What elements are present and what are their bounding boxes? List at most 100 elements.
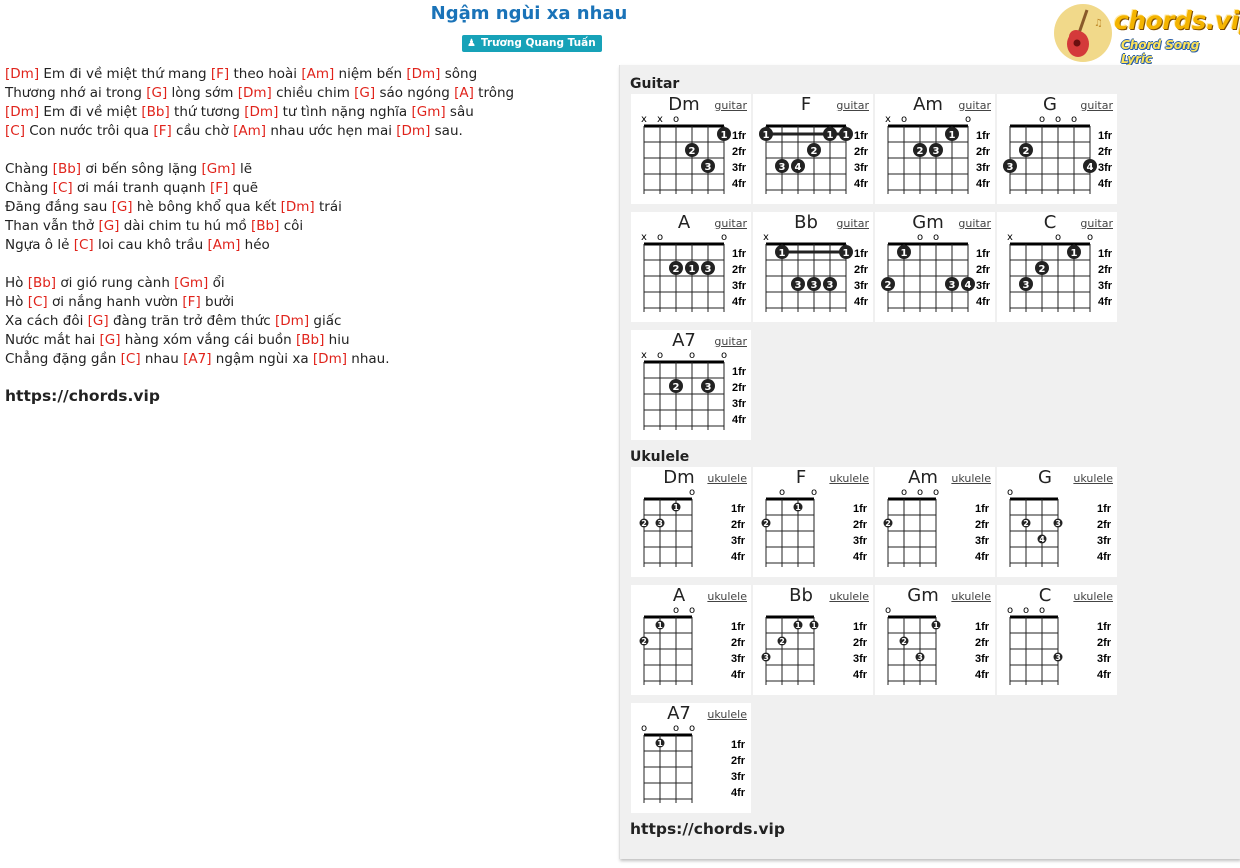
instrument-link[interactable]: guitar xyxy=(958,99,991,112)
instrument-link[interactable]: ukulele xyxy=(1073,472,1113,485)
chord-link[interactable]: [Dm] xyxy=(396,123,430,139)
chord-link[interactable]: [Dm] xyxy=(5,66,39,82)
fret-label: 1fr xyxy=(1097,621,1112,633)
guitar-chord-card-a7[interactable]: 1fr 2fr 3fr 4fr x o o o 2 3 A7 guitar xyxy=(631,330,751,440)
fret-label: 1fr xyxy=(976,130,991,142)
chord-name: G xyxy=(1038,467,1052,488)
chord-link[interactable]: [Bb] xyxy=(28,275,56,291)
open-string-marker: o xyxy=(901,487,907,498)
fret-label: 4fr xyxy=(1097,669,1112,681)
instrument-link[interactable]: guitar xyxy=(1080,217,1113,230)
chord-link[interactable]: [G] xyxy=(354,85,375,101)
ukulele-chord-card-gm[interactable]: 1fr 2fr 3fr 4fr o 2 3 1 Gm ukulele xyxy=(875,585,995,695)
ukulele-chord-card-am[interactable]: 1fr 2fr 3fr 4fr o o o 2 Am ukulele xyxy=(875,467,995,577)
fret-label: 3fr xyxy=(975,653,990,665)
chord-link[interactable]: [F] xyxy=(211,66,229,82)
guitar-chord-card-gm[interactable]: 1fr 2fr 3fr 4fr o o 1 2 3 4 Gm guitar xyxy=(875,212,995,322)
ukulele-chord-card-bb[interactable]: 1fr 2fr 3fr 4fr 3 2 1 1 Bb ukulele xyxy=(753,585,873,695)
chord-name: F xyxy=(795,467,807,488)
chord-link[interactable]: [Dm] xyxy=(406,66,440,82)
panel-site-link[interactable]: https://chords.vip xyxy=(630,820,785,838)
open-string-marker: o xyxy=(917,232,923,243)
instrument-link[interactable]: ukulele xyxy=(707,708,747,721)
chord-link[interactable]: [A7] xyxy=(183,351,211,367)
chord-link[interactable]: [C] xyxy=(28,294,48,310)
chord-link[interactable]: [G] xyxy=(98,218,119,234)
chord-link[interactable]: [Gm] xyxy=(411,104,445,120)
guitar-chord-card-dm[interactable]: 1fr 2fr 3fr 4fr x x o 1 2 3 Dm guitar xyxy=(631,94,751,204)
instrument-link[interactable]: ukulele xyxy=(829,590,869,603)
chord-link[interactable]: [Dm] xyxy=(281,199,315,215)
chord-link[interactable]: [G] xyxy=(88,313,109,329)
lyric-text: ổi xyxy=(208,275,225,291)
fret-label: 1fr xyxy=(731,739,746,751)
chord-link[interactable]: [Dm] xyxy=(313,351,347,367)
chord-link[interactable]: [C] xyxy=(5,123,25,139)
lyric-text: Ngựa ô lẻ xyxy=(5,237,74,253)
chord-link[interactable]: [Gm] xyxy=(202,161,236,177)
finger-number: 2 xyxy=(779,637,785,646)
ukulele-chord-card-a7[interactable]: 1fr 2fr 3fr 4fr o o o 1 A7 ukulele xyxy=(631,703,751,813)
finger-number: 2 xyxy=(673,382,680,393)
guitar-chord-card-a[interactable]: 1fr 2fr 3fr 4fr x o o 2 1 3 Aguitar xyxy=(631,212,751,322)
guitar-chord-card-bb[interactable]: 1fr 2fr 3fr 4fr x 1 1 3 3 3 Bb guitar xyxy=(753,212,873,322)
chord-link[interactable]: [Bb] xyxy=(53,161,81,177)
chord-link[interactable]: [F] xyxy=(153,123,171,139)
chord-link[interactable]: [G] xyxy=(100,332,121,348)
chord-link[interactable]: [C] xyxy=(121,351,141,367)
instrument-link[interactable]: guitar xyxy=(836,217,869,230)
fret-label: 2fr xyxy=(976,146,991,158)
chord-link[interactable]: [G] xyxy=(112,199,133,215)
chord-link[interactable]: [C] xyxy=(53,180,73,196)
chord-link[interactable]: [Dm] xyxy=(238,85,272,101)
ukulele-chord-card-g[interactable]: 1fr 2fr 3fr 4fr o 2 3 4 Gukulele xyxy=(997,467,1117,577)
instrument-link[interactable]: guitar xyxy=(1080,99,1113,112)
ukulele-chord-card-a[interactable]: 1fr 2fr 3fr 4fr o o 2 1 Aukulele xyxy=(631,585,751,695)
chord-link[interactable]: [C] xyxy=(74,237,94,253)
ukulele-chord-card-c[interactable]: 1fr 2fr 3fr 4fr o o o 3 Cukulele xyxy=(997,585,1117,695)
chord-link[interactable]: [Am] xyxy=(233,123,266,139)
guitar-chord-card-am[interactable]: 1fr 2fr 3fr 4fr x o o 1 2 3 Am guitar xyxy=(875,94,995,204)
fret-label: 2fr xyxy=(853,519,868,531)
finger-number: 3 xyxy=(933,146,940,157)
instrument-link[interactable]: guitar xyxy=(714,99,747,112)
chord-link[interactable]: [Bb] xyxy=(296,332,324,348)
instrument-link[interactable]: guitar xyxy=(836,99,869,112)
guitar-chord-card-g[interactable]: 1fr 2fr 3fr 4fr o o o 2 3 4 Gguitar xyxy=(997,94,1117,204)
instrument-link[interactable]: ukulele xyxy=(707,472,747,485)
chord-link[interactable]: [Bb] xyxy=(141,104,169,120)
instrument-link[interactable]: guitar xyxy=(958,217,991,230)
open-string-marker: o xyxy=(689,487,695,498)
instrument-link[interactable]: guitar xyxy=(714,217,747,230)
fret-label: 2fr xyxy=(854,264,869,276)
chord-link[interactable]: [F] xyxy=(210,180,228,196)
instrument-link[interactable]: guitar xyxy=(714,335,747,348)
fret-label: 1fr xyxy=(732,366,747,378)
chord-link[interactable]: [Am] xyxy=(207,237,240,253)
instrument-link[interactable]: ukulele xyxy=(951,590,991,603)
guitar-chord-card-f[interactable]: 1fr 2fr 3fr 4fr 1 1 1 2 3 4 Fguitar xyxy=(753,94,873,204)
instrument-link[interactable]: ukulele xyxy=(951,472,991,485)
chord-link[interactable]: [A] xyxy=(454,85,474,101)
site-link[interactable]: https://chords.vip xyxy=(5,387,160,405)
instrument-link[interactable]: ukulele xyxy=(1073,590,1113,603)
ukulele-chord-card-f[interactable]: 1fr 2fr 3fr 4fr o o 2 1 Fukulele xyxy=(753,467,873,577)
chord-link[interactable]: [Dm] xyxy=(5,104,39,120)
instrument-link[interactable]: ukulele xyxy=(707,590,747,603)
fret-label: 2fr xyxy=(731,637,746,649)
chord-link[interactable]: [Dm] xyxy=(275,313,309,329)
chord-link[interactable]: [Gm] xyxy=(174,275,208,291)
instrument-link[interactable]: ukulele xyxy=(829,472,869,485)
chord-link[interactable]: [F] xyxy=(182,294,200,310)
finger-number: 2 xyxy=(1039,264,1046,275)
guitar-chord-card-c[interactable]: 1fr 2fr 3fr 4fr x o o 1 2 3 Cguitar xyxy=(997,212,1117,322)
site-logo[interactable]: ♫ chords.vip Chord Song Lyric xyxy=(1054,2,1240,66)
finger-number: 1 xyxy=(763,130,770,141)
fret-label: 2fr xyxy=(732,382,747,394)
artist-badge[interactable]: ♟ Trương Quang Tuấn xyxy=(462,35,602,52)
chord-link[interactable]: [Am] xyxy=(301,66,334,82)
chord-link[interactable]: [Dm] xyxy=(244,104,278,120)
chord-link[interactable]: [Bb] xyxy=(251,218,279,234)
ukulele-chord-card-dm[interactable]: 1fr 2fr 3fr 4fr o 2 3 1 Dm ukulele xyxy=(631,467,751,577)
chord-link[interactable]: [G] xyxy=(146,85,167,101)
